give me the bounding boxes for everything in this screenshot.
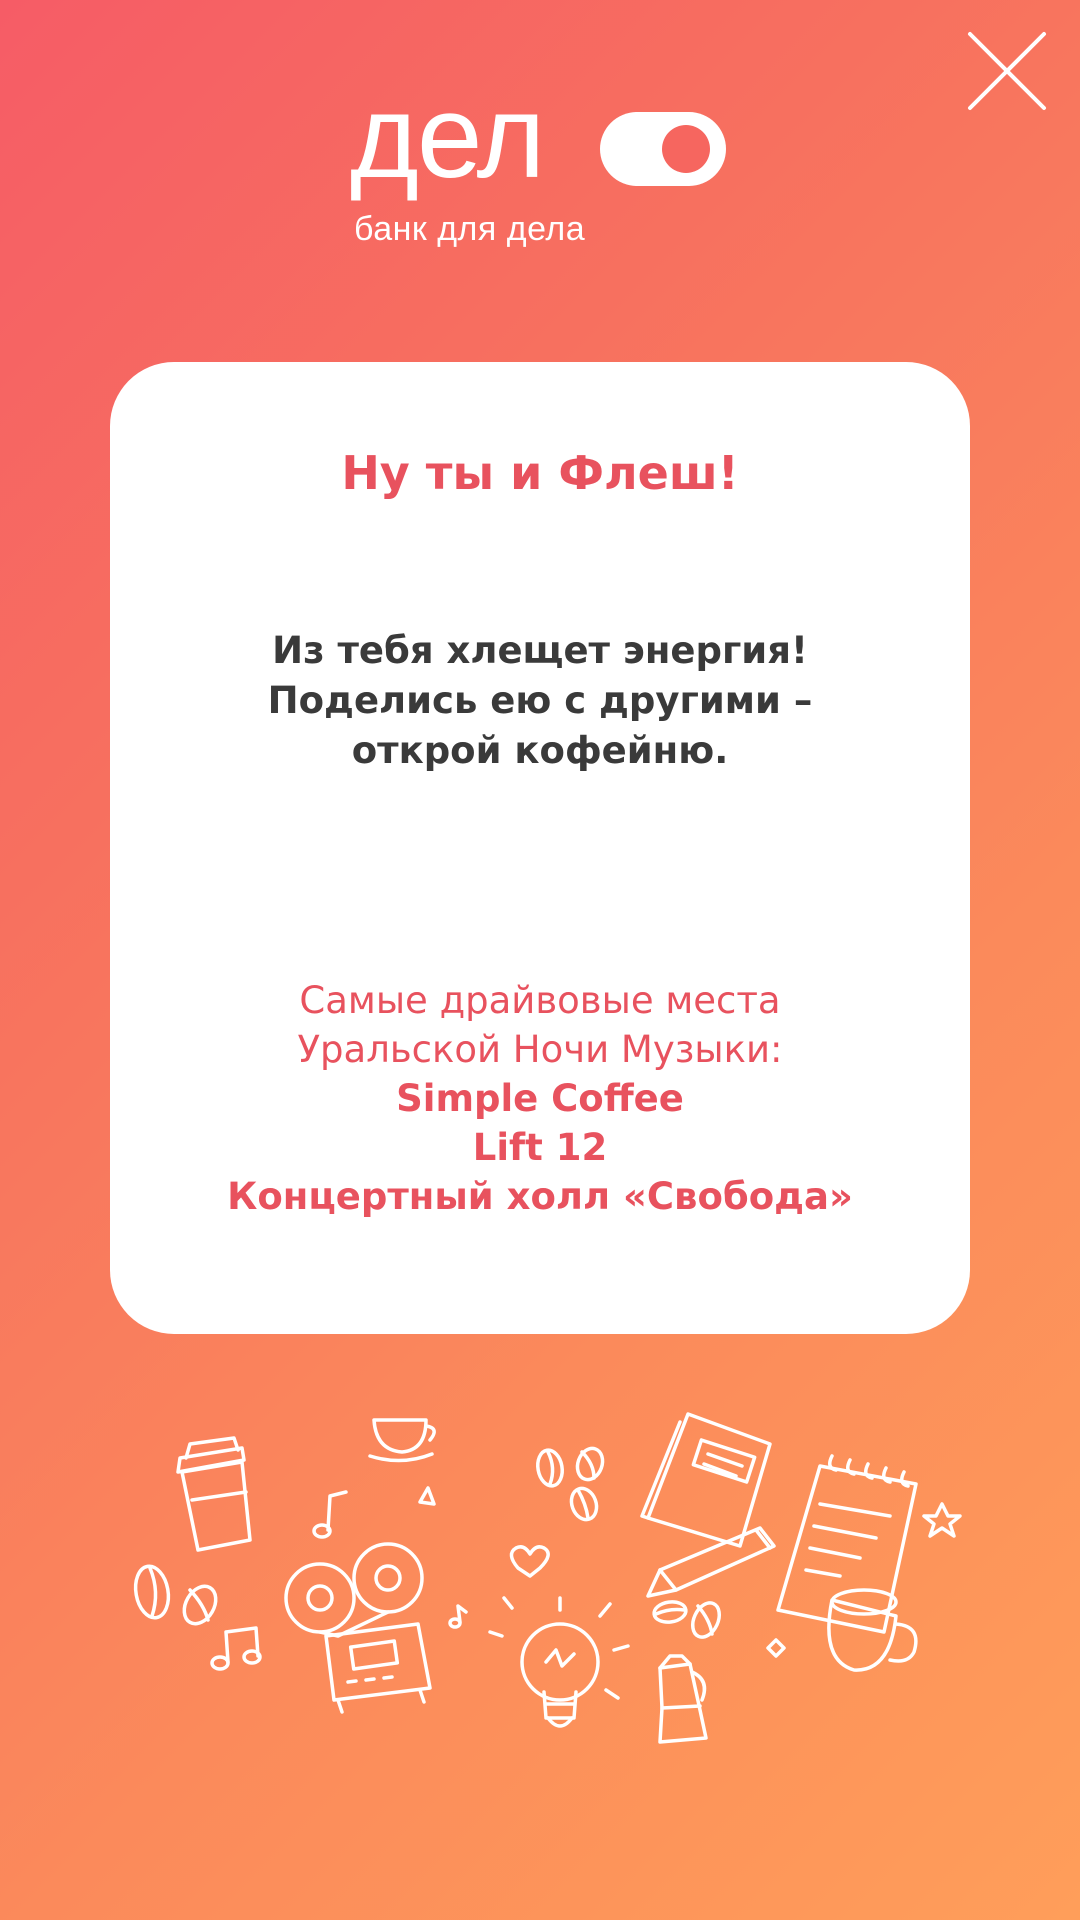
close-icon (968, 32, 1046, 110)
card-body-line: открой кофейню. (351, 729, 729, 772)
place-item: Simple Coffee (396, 1077, 684, 1120)
card-body-line: Из тебя хлещет энергия! (272, 629, 808, 672)
brand-tagline: банк для дела (354, 210, 586, 248)
notebook-icon (640, 1412, 772, 1548)
places-intro-line: Самые драйвовые места (299, 979, 781, 1022)
close-button[interactable] (966, 30, 1048, 112)
message-card: Ну ты и Флеш! Из тебя хлещет энергия! По… (110, 362, 970, 1334)
coffee-bean-icon (536, 1446, 605, 1522)
brand-wordmark: дел (350, 71, 545, 203)
takeaway-cup-icon (176, 1436, 252, 1552)
places-intro-line: Уральской Ночи Музыки: (297, 1028, 783, 1071)
star-icon (922, 1502, 962, 1538)
moka-pot-icon (658, 1654, 708, 1744)
card-body: Из тебя хлещет энергия! Поделись ею с др… (110, 626, 970, 776)
triangle-icon (418, 1486, 436, 1506)
music-note-icon (210, 1490, 468, 1671)
tape-recorder-icon (284, 1542, 432, 1714)
place-item: Lift 12 (472, 1126, 608, 1169)
teacup-icon (368, 1418, 436, 1463)
coffee-bean-icon (652, 1600, 722, 1639)
coffee-bean-icon (133, 1564, 218, 1626)
card-body-line: Поделись ею с другими – (267, 679, 813, 722)
heart-icon (509, 1545, 550, 1578)
brand-logo: дел банк для дела (350, 78, 730, 258)
brand-toggle-mark (600, 112, 726, 186)
place-item: Концертный холл «Свобода» (227, 1175, 853, 1218)
lightbulb-icon (488, 1596, 630, 1728)
places-section: Самые драйвовые места Уральской Ночи Муз… (110, 976, 970, 1221)
card-title: Ну ты и Флеш! (341, 446, 739, 500)
diamond-icon (766, 1638, 786, 1658)
brand-toggle-knob (662, 125, 710, 173)
doodle-illustration (133, 1412, 962, 1744)
